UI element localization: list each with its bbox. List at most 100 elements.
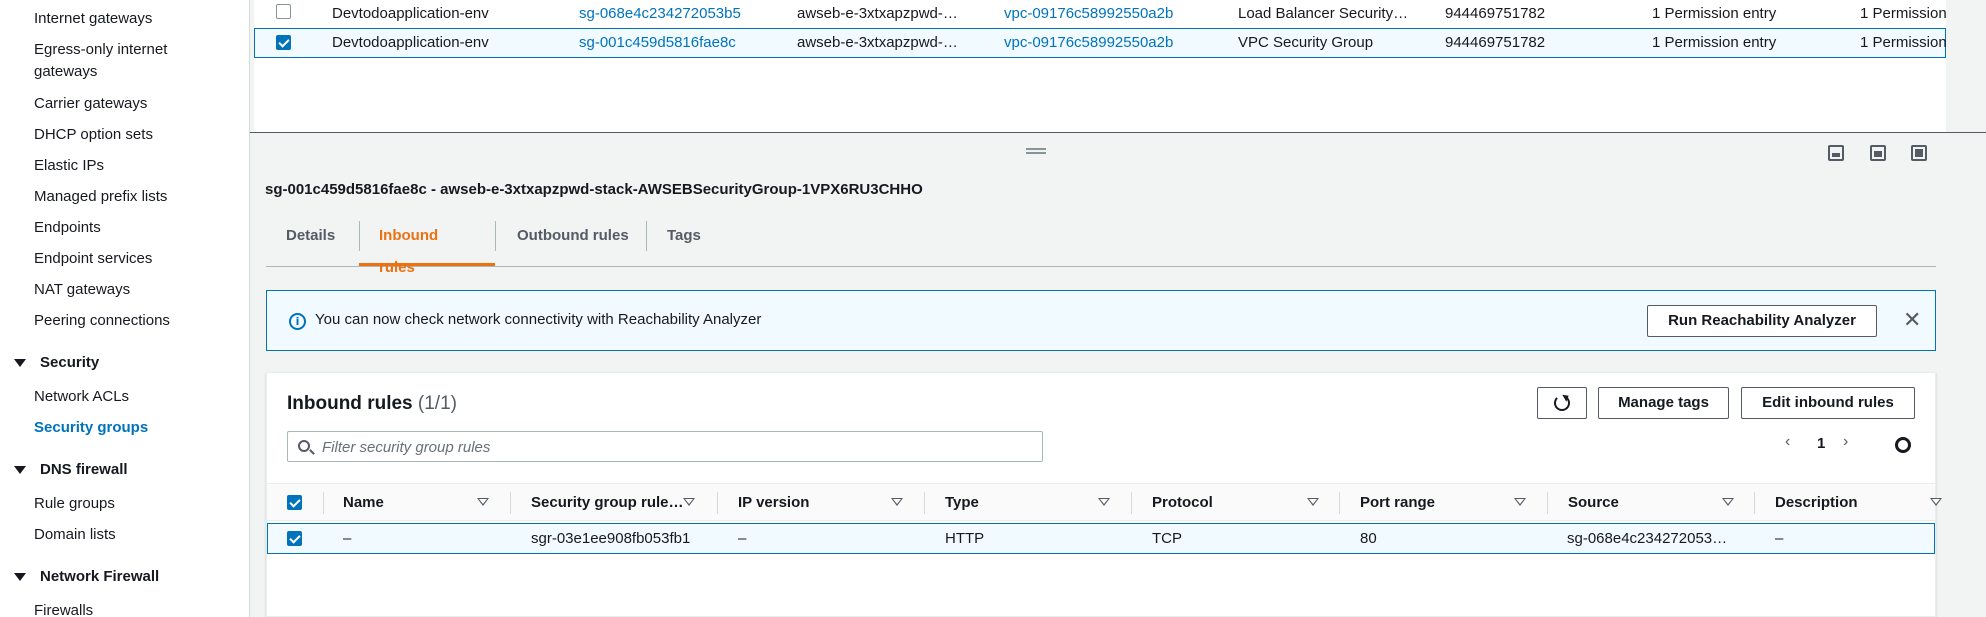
filter-rules-input[interactable] (322, 436, 1022, 458)
nav-managed-prefix-lists[interactable]: Managed prefix lists (34, 186, 167, 208)
cell-name: – (343, 530, 352, 547)
sort-icon[interactable] (477, 498, 489, 506)
table-row-selected[interactable]: – sgr-03e1ee908fb053fb1 – HTTP TCP 80 sg… (267, 523, 1935, 554)
cell-name: Devtodoapplication-env (332, 34, 489, 51)
row-checkbox-checked[interactable] (276, 35, 291, 50)
tab-details[interactable]: Details (266, 220, 355, 266)
cell-description: Load Balancer Security… (1238, 5, 1409, 22)
caret-down-icon (14, 358, 26, 367)
cell-sg-id-link[interactable]: sg-068e4c234272053b5 (579, 5, 741, 22)
column-header-name[interactable]: Name (343, 494, 384, 511)
cell-port-range: 80 (1360, 530, 1377, 547)
row-checkbox[interactable] (276, 4, 291, 19)
cell-sg-name: awseb-e-3xtxapzpwd-… (797, 5, 958, 22)
security-group-title: sg-001c459d5816fae8c - awseb-e-3xtxapzpw… (265, 181, 923, 198)
inbound-rules-container: Inbound rules (1/1) Manage tags Edit inb… (266, 372, 1942, 617)
nav-domain-lists[interactable]: Domain lists (34, 524, 116, 546)
nav-section-network-firewall[interactable]: Network Firewall (14, 568, 159, 585)
side-navigation: Internet gateways Egress-only internet g… (0, 0, 250, 617)
caret-down-icon (14, 572, 26, 581)
next-page-icon[interactable]: › (1843, 433, 1848, 451)
cell-description: – (1775, 530, 1784, 547)
nav-section-network-firewall-label: Network Firewall (40, 568, 160, 585)
sort-icon[interactable] (1514, 498, 1526, 506)
tab-outbound-rules[interactable]: Outbound rules (497, 220, 649, 266)
rules-table-header: Name Security group rule… IP version Typ… (267, 483, 1942, 521)
table-row[interactable]: Devtodoapplication-env sg-068e4c23427205… (254, 0, 1947, 30)
cell-vpc-id-link[interactable]: vpc-09176c58992550a2b (1004, 34, 1173, 51)
split-panel-divider (250, 132, 1986, 133)
column-header-description[interactable]: Description (1775, 494, 1858, 511)
column-header-port-range[interactable]: Port range (1360, 494, 1435, 511)
cell-sg-id-link[interactable]: sg-001c459d5816fae8c (579, 34, 736, 51)
filter-rules-field[interactable] (287, 431, 1043, 462)
column-header-type[interactable]: Type (945, 494, 979, 511)
drag-handle-icon[interactable] (1026, 148, 1046, 154)
nav-network-acls[interactable]: Network ACLs (34, 386, 129, 408)
nav-endpoints[interactable]: Endpoints (34, 217, 101, 239)
tab-inbound-rules[interactable]: Inbound rules (359, 220, 495, 276)
nav-rule-groups[interactable]: Rule groups (34, 493, 115, 515)
search-icon (298, 440, 310, 452)
nav-elastic-ips[interactable]: Elastic IPs (34, 155, 104, 177)
sort-icon[interactable] (1930, 498, 1942, 506)
sort-icon[interactable] (1098, 498, 1110, 506)
detail-tabs: Details Inbound rules Outbound rules Tag… (266, 220, 1936, 276)
page-number[interactable]: 1 (1817, 435, 1825, 452)
cell-protocol: TCP (1152, 530, 1182, 547)
nav-section-security[interactable]: Security (14, 354, 99, 371)
panel-bottom-icon[interactable] (1828, 145, 1844, 161)
cell-vpc-id-link[interactable]: vpc-09176c58992550a2b (1004, 5, 1173, 22)
row-checkbox-checked[interactable] (287, 531, 302, 546)
refresh-icon (1554, 395, 1570, 411)
cell-owner: 944469751782 (1445, 5, 1546, 22)
previous-page-icon[interactable]: ‹ (1785, 433, 1790, 451)
sort-icon[interactable] (1722, 498, 1734, 506)
nav-internet-gateways[interactable]: Internet gateways (34, 8, 152, 30)
nav-egress-only-internet-gateways[interactable]: Egress-only internet gateways (34, 39, 214, 83)
table-row-selected[interactable]: Devtodoapplication-env sg-001c459d5816fa… (254, 28, 1947, 58)
cell-description: VPC Security Group (1238, 34, 1374, 51)
sort-icon[interactable] (891, 498, 903, 506)
cell-outbound-count: 1 Permission (1860, 5, 1947, 22)
column-header-protocol[interactable]: Protocol (1152, 494, 1213, 511)
sort-icon[interactable] (1307, 498, 1319, 506)
inbound-rules-heading: Inbound rules (1/1) (287, 393, 457, 415)
column-separator (1754, 492, 1755, 514)
cell-inbound-count: 1 Permission entry (1652, 5, 1777, 22)
cell-outbound-count: 1 Permission (1860, 34, 1947, 51)
column-separator (1547, 492, 1548, 514)
edit-inbound-rules-button[interactable]: Edit inbound rules (1741, 387, 1915, 419)
panel-full-icon[interactable] (1911, 145, 1927, 161)
column-separator (717, 492, 718, 514)
nav-carrier-gateways[interactable]: Carrier gateways (34, 93, 147, 115)
nav-peering-connections[interactable]: Peering connections (34, 310, 170, 332)
nav-dhcp-option-sets[interactable]: DHCP option sets (34, 124, 153, 146)
tab-tags[interactable]: Tags (647, 220, 721, 266)
column-header-ip-version[interactable]: IP version (738, 494, 809, 511)
nav-section-dns-firewall[interactable]: DNS firewall (14, 461, 128, 478)
caret-down-icon (14, 465, 26, 474)
cell-sg-name: awseb-e-3xtxapzpwd-… (797, 34, 958, 51)
sort-icon[interactable] (683, 498, 695, 506)
close-icon[interactable]: ✕ (1903, 310, 1923, 332)
run-reachability-analyzer-button[interactable]: Run Reachability Analyzer (1647, 305, 1877, 337)
gear-icon[interactable] (1895, 437, 1911, 453)
select-all-checkbox[interactable] (287, 495, 302, 510)
column-separator (924, 492, 925, 514)
alert-message: You can now check network connectivity w… (315, 311, 762, 328)
column-header-rule-id[interactable]: Security group rule… (531, 494, 684, 511)
info-icon: i (289, 313, 306, 330)
column-header-source[interactable]: Source (1568, 494, 1619, 511)
refresh-button[interactable] (1537, 387, 1587, 419)
nav-endpoint-services[interactable]: Endpoint services (34, 248, 152, 270)
nav-nat-gateways[interactable]: NAT gateways (34, 279, 130, 301)
nav-firewalls[interactable]: Firewalls (34, 600, 93, 617)
info-alert: i You can now check network connectivity… (266, 290, 1936, 351)
nav-security-groups[interactable]: Security groups (34, 417, 148, 439)
security-groups-table: Devtodoapplication-env sg-068e4c23427205… (254, 0, 1947, 132)
cell-type: HTTP (945, 530, 985, 547)
panel-half-icon[interactable] (1870, 145, 1886, 161)
manage-tags-button[interactable]: Manage tags (1598, 387, 1729, 419)
cell-rule-id: sgr-03e1ee908fb053fb1 (531, 530, 691, 547)
